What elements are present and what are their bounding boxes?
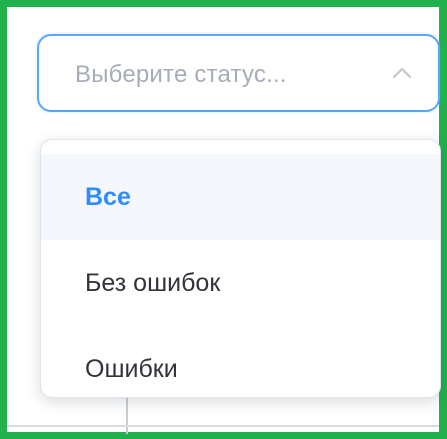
chevron-up-icon[interactable] bbox=[390, 64, 414, 82]
status-select[interactable]: Выберите статус... bbox=[37, 34, 440, 112]
option-label: Без ошибок bbox=[85, 268, 221, 297]
status-option-no-errors[interactable]: Без ошибок bbox=[41, 240, 440, 326]
option-label: Все bbox=[85, 182, 131, 211]
status-dropdown-menu: Все Без ошибок Ошибки bbox=[40, 139, 441, 398]
background-divider bbox=[7, 425, 439, 427]
option-label: Ошибки bbox=[85, 354, 178, 383]
status-option-errors[interactable]: Ошибки bbox=[41, 326, 440, 397]
status-select-placeholder: Выберите статус... bbox=[75, 61, 287, 88]
status-option-all[interactable]: Все bbox=[41, 154, 440, 240]
